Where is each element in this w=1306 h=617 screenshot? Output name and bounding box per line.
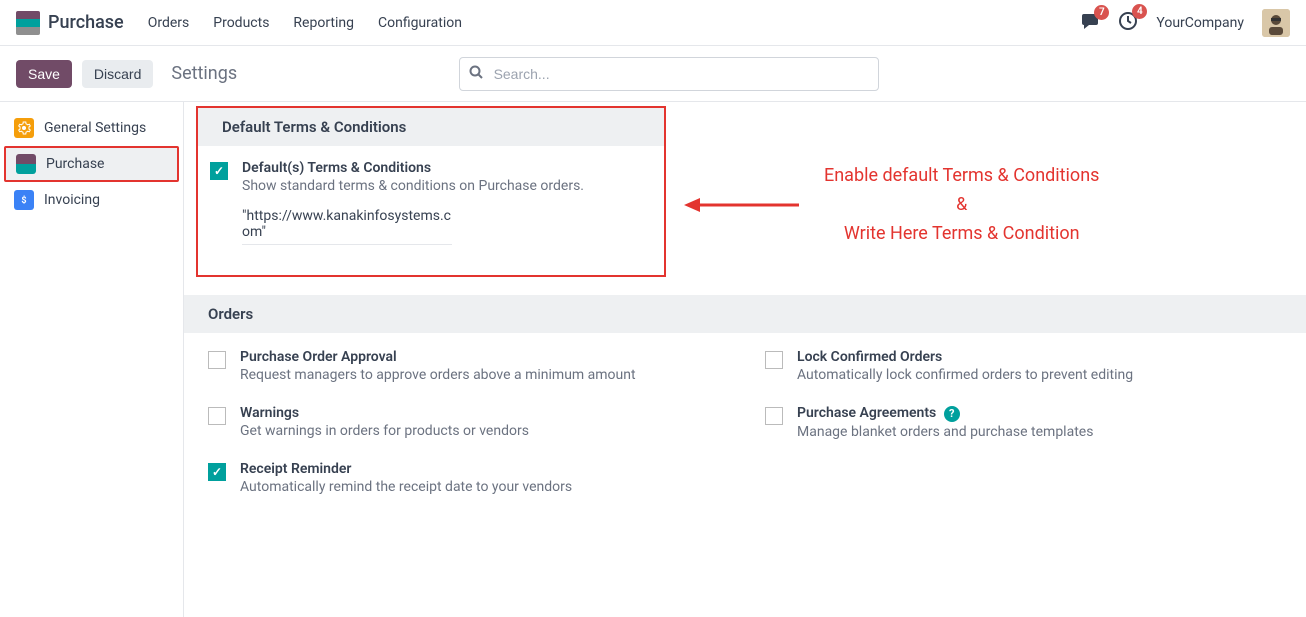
setting-purchase-agreements: Purchase Agreements ? Manage blanket ord… bbox=[765, 405, 1282, 440]
checkbox-receipt-reminder[interactable] bbox=[208, 463, 226, 481]
control-panel: Save Discard Settings bbox=[0, 46, 1306, 102]
settings-content[interactable]: Default Terms & Conditions Default(s) Te… bbox=[184, 102, 1306, 617]
title-lock-orders: Lock Confirmed Orders bbox=[797, 349, 1282, 365]
main-layout: General Settings Purchase $ Invoicing De… bbox=[0, 102, 1306, 617]
title-purchase-agreements-text: Purchase Agreements bbox=[797, 405, 936, 421]
nav-orders[interactable]: Orders bbox=[148, 15, 190, 31]
chat-button[interactable]: 7 bbox=[1080, 12, 1100, 34]
annotation-text: Enable default Terms & Conditions & Writ… bbox=[824, 162, 1099, 248]
gear-icon bbox=[14, 118, 34, 138]
desc-lock-orders: Automatically lock confirmed orders to p… bbox=[797, 367, 1282, 383]
orders-grid: Purchase Order Approval Request managers… bbox=[208, 349, 1282, 517]
terms-textarea[interactable]: "https://www.kanakinfosystems.com" bbox=[242, 208, 452, 245]
desc-purchase-agreements: Manage blanket orders and purchase templ… bbox=[797, 424, 1282, 440]
user-avatar[interactable] bbox=[1262, 9, 1290, 37]
checkbox-default-terms[interactable] bbox=[210, 162, 228, 180]
orders-col-left: Purchase Order Approval Request managers… bbox=[208, 349, 725, 517]
setting-warnings: Warnings Get warnings in orders for prod… bbox=[208, 405, 725, 439]
app-name[interactable]: Purchase bbox=[48, 12, 124, 33]
title-warnings: Warnings bbox=[240, 405, 725, 421]
title-purchase-approval: Purchase Order Approval bbox=[240, 349, 725, 365]
invoicing-icon: $ bbox=[14, 190, 34, 210]
nav-products[interactable]: Products bbox=[213, 15, 269, 31]
top-navbar: Purchase Orders Products Reporting Confi… bbox=[0, 0, 1306, 46]
checkbox-lock-orders[interactable] bbox=[765, 351, 783, 369]
chat-badge: 7 bbox=[1094, 5, 1109, 20]
annotation-line1: Enable default Terms & Conditions bbox=[824, 162, 1099, 191]
avatar-icon bbox=[1262, 9, 1290, 37]
setting-desc-terms: Show standard terms & conditions on Purc… bbox=[242, 178, 644, 194]
title-receipt-reminder: Receipt Reminder bbox=[240, 461, 725, 477]
nav-configuration[interactable]: Configuration bbox=[378, 15, 462, 31]
sidebar-item-invoicing[interactable]: $ Invoicing bbox=[0, 182, 183, 218]
checkbox-warnings[interactable] bbox=[208, 407, 226, 425]
terms-section-body: Default(s) Terms & Conditions Show stand… bbox=[198, 146, 664, 275]
nav-menu: Orders Products Reporting Configuration bbox=[148, 15, 462, 31]
search-input[interactable] bbox=[459, 57, 879, 91]
setting-default-terms: Default(s) Terms & Conditions Show stand… bbox=[210, 160, 644, 245]
orders-section-header: Orders bbox=[184, 295, 1306, 333]
orders-section-body: Purchase Order Approval Request managers… bbox=[184, 333, 1306, 541]
annotation-callout: Enable default Terms & Conditions & Writ… bbox=[684, 162, 1099, 248]
sidebar-item-general[interactable]: General Settings bbox=[0, 110, 183, 146]
nav-reporting[interactable]: Reporting bbox=[293, 15, 354, 31]
setting-receipt-reminder: Receipt Reminder Automatically remind th… bbox=[208, 461, 725, 495]
sidebar-label-invoicing: Invoicing bbox=[44, 192, 100, 208]
desc-warnings: Get warnings in orders for products or v… bbox=[240, 423, 725, 439]
checkbox-purchase-approval[interactable] bbox=[208, 351, 226, 369]
navbar-right: 7 4 YourCompany bbox=[1080, 9, 1290, 37]
activity-button[interactable]: 4 bbox=[1118, 11, 1138, 35]
discard-button[interactable]: Discard bbox=[82, 60, 153, 88]
content-inner: Default Terms & Conditions Default(s) Te… bbox=[184, 106, 1306, 541]
orders-col-right: Lock Confirmed Orders Automatically lock… bbox=[765, 349, 1282, 517]
desc-receipt-reminder: Automatically remind the receipt date to… bbox=[240, 479, 725, 495]
terms-highlight-box: Default Terms & Conditions Default(s) Te… bbox=[196, 106, 666, 277]
sidebar-label-general: General Settings bbox=[44, 120, 146, 136]
search-icon bbox=[469, 65, 483, 83]
annotation-line2: & bbox=[824, 191, 1099, 220]
purchase-icon bbox=[16, 154, 36, 174]
settings-sidebar: General Settings Purchase $ Invoicing bbox=[0, 102, 184, 617]
search-wrap bbox=[459, 57, 879, 91]
checkbox-purchase-agreements[interactable] bbox=[765, 407, 783, 425]
title-purchase-agreements: Purchase Agreements ? bbox=[797, 405, 1282, 422]
setting-purchase-approval: Purchase Order Approval Request managers… bbox=[208, 349, 725, 383]
save-button[interactable]: Save bbox=[16, 60, 72, 88]
app-icon[interactable] bbox=[16, 11, 40, 35]
company-selector[interactable]: YourCompany bbox=[1156, 15, 1244, 31]
page-title: Settings bbox=[171, 63, 237, 84]
sidebar-label-purchase: Purchase bbox=[46, 156, 104, 172]
annotation-line3: Write Here Terms & Condition bbox=[824, 220, 1099, 249]
svg-text:$: $ bbox=[21, 195, 26, 206]
setting-text-terms: Default(s) Terms & Conditions Show stand… bbox=[242, 160, 644, 245]
setting-lock-orders: Lock Confirmed Orders Automatically lock… bbox=[765, 349, 1282, 383]
desc-purchase-approval: Request managers to approve orders above… bbox=[240, 367, 725, 383]
activity-badge: 4 bbox=[1132, 4, 1147, 19]
orders-section: Orders Purchase Order Approval Request m… bbox=[184, 295, 1306, 541]
sidebar-item-purchase[interactable]: Purchase bbox=[4, 146, 179, 182]
setting-title-terms: Default(s) Terms & Conditions bbox=[242, 160, 644, 176]
arrow-icon bbox=[684, 190, 814, 220]
terms-section-header: Default Terms & Conditions bbox=[198, 108, 664, 146]
help-icon[interactable]: ? bbox=[944, 406, 960, 422]
navbar-left: Purchase Orders Products Reporting Confi… bbox=[16, 11, 462, 35]
